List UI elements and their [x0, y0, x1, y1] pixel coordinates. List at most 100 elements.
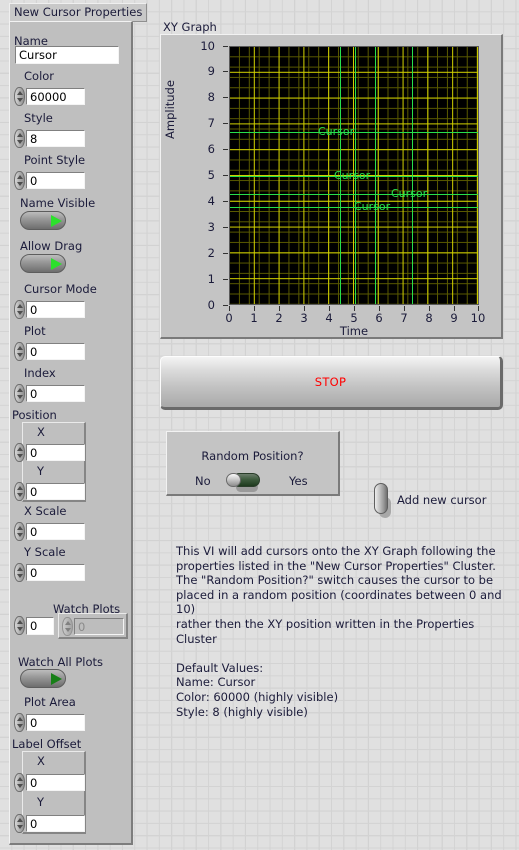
xy-graph-panel[interactable]: Amplitude Time 10 9 8 7 6 5 4 3 2 1 0 0 …	[160, 34, 503, 339]
y-tick-mark	[223, 279, 228, 280]
cursor-horizontal-line[interactable]	[230, 194, 478, 195]
y-tick-mark	[223, 46, 228, 47]
random-position-off-label: No	[195, 474, 211, 488]
style-stepper[interactable]	[14, 129, 25, 148]
point-style-label: Point Style	[24, 153, 86, 167]
toggle-knob-icon	[51, 673, 62, 685]
x-tick-label: 2	[275, 311, 283, 325]
label-offset-label: Label Offset	[12, 737, 82, 751]
x-tick-label: 4	[325, 311, 333, 325]
add-new-cursor-switch[interactable]	[374, 483, 391, 518]
cursor-label: Cursor	[391, 187, 428, 200]
watch-all-plots-label: Watch All Plots	[18, 655, 104, 669]
y-tick-label: 2	[207, 246, 215, 260]
plot-stepper[interactable]	[14, 342, 25, 361]
allow-drag-toggle[interactable]	[20, 254, 66, 273]
style-input[interactable]: 8	[26, 130, 85, 147]
position-y-label: Y	[37, 464, 45, 478]
label-offset-x-input[interactable]: 0	[26, 774, 85, 791]
cursor-label: Cursor	[318, 125, 355, 138]
label-offset-y-input[interactable]: 0	[26, 815, 85, 832]
y-scale-stepper[interactable]	[14, 563, 25, 582]
x-axis-title: Time	[339, 324, 369, 338]
point-style-input[interactable]: 0	[26, 172, 85, 189]
stop-button[interactable]: STOP	[160, 356, 503, 410]
x-tick-label: 8	[425, 311, 433, 325]
allow-drag-label: Allow Drag	[20, 239, 83, 253]
x-tick-label: 0	[225, 311, 233, 325]
label-offset-y-label: Y	[37, 795, 45, 809]
cursor-mode-stepper[interactable]	[14, 300, 25, 319]
new-cursor-properties-cluster: New Cursor Properties Name Cursor Color …	[0, 0, 148, 850]
x-tick-label: 6	[375, 311, 383, 325]
watch-plots-index-input[interactable]: 0	[26, 617, 54, 635]
point-style-stepper[interactable]	[14, 171, 25, 190]
position-y-stepper[interactable]	[14, 482, 25, 501]
cursor-vertical-line[interactable]	[412, 47, 413, 304]
y-tick-mark	[223, 201, 228, 202]
cursor-vertical-line[interactable]	[375, 47, 376, 304]
y-tick-label: 1	[207, 272, 215, 286]
color-label: Color	[24, 69, 55, 83]
y-tick-label: 4	[207, 194, 215, 208]
plot-area-stepper[interactable]	[14, 713, 25, 732]
toggle-knob-icon	[51, 258, 62, 270]
y-tick-label: 9	[207, 64, 215, 78]
position-y-input[interactable]: 0	[26, 483, 85, 500]
x-scale-stepper[interactable]	[14, 522, 25, 541]
name-visible-toggle[interactable]	[20, 211, 66, 230]
position-x-label: X	[37, 425, 45, 439]
y-tick-mark	[223, 253, 228, 254]
switch-lever-icon	[374, 483, 388, 514]
y-tick-label: 5	[207, 168, 215, 182]
plot-label: Plot	[24, 324, 46, 338]
plot-inner: Cursor Cursor Cursor Cursor	[230, 47, 478, 304]
plot-input[interactable]: 0	[26, 343, 85, 360]
cursor-mode-input[interactable]: 0	[26, 301, 85, 318]
name-input[interactable]: Cursor	[15, 46, 119, 64]
position-x-input[interactable]: 0	[26, 444, 85, 461]
x-scale-input[interactable]: 0	[26, 523, 85, 540]
watch-plots-element-stepper[interactable]	[62, 617, 73, 636]
random-position-switch[interactable]	[226, 473, 260, 492]
watch-plots-index-stepper[interactable]	[14, 616, 25, 635]
index-label: Index	[24, 366, 56, 380]
label-offset-y-stepper[interactable]	[14, 814, 25, 833]
random-position-title: Random Position?	[201, 449, 304, 463]
label-offset-x-label: X	[37, 754, 45, 768]
y-tick-label: 0	[207, 298, 215, 312]
y-tick-label: 7	[207, 116, 215, 130]
plot-area-input[interactable]: 0	[26, 714, 85, 731]
cursor-mode-label: Cursor Mode	[24, 282, 97, 296]
index-input[interactable]: 0	[26, 385, 85, 402]
y-tick-mark	[223, 97, 228, 98]
x-tick-label: 7	[400, 311, 408, 325]
y-tick-mark	[223, 175, 228, 176]
cursor-label: Cursor	[334, 169, 371, 182]
switch-knob-icon	[226, 473, 241, 487]
x-tick-label: 5	[350, 311, 358, 325]
stop-button-label: STOP	[314, 375, 347, 389]
y-tick-mark	[223, 305, 228, 306]
y-tick-label: 10	[200, 39, 215, 53]
color-input[interactable]: 60000	[26, 88, 85, 105]
description-text: This VI will add cursors onto the XY Gra…	[176, 544, 502, 719]
position-x-stepper[interactable]	[14, 443, 25, 462]
label-offset-x-stepper[interactable]	[14, 773, 25, 792]
watch-all-plots-toggle[interactable]	[20, 669, 66, 688]
watch-plots-element-value: 0	[74, 618, 124, 635]
x-tick-label: 10	[470, 311, 486, 325]
x-scale-label: X Scale	[24, 504, 67, 518]
color-stepper[interactable]	[14, 87, 25, 106]
y-scale-input[interactable]: 0	[26, 564, 85, 581]
toggle-knob-icon	[51, 215, 62, 227]
index-stepper[interactable]	[14, 384, 25, 403]
cluster-title: New Cursor Properties	[9, 3, 148, 22]
plot-area[interactable]: Cursor Cursor Cursor Cursor	[229, 46, 479, 305]
random-position-panel: Random Position? No Yes	[166, 431, 340, 496]
xy-graph-title: XY Graph	[163, 20, 217, 34]
cursor-label: Cursor	[354, 200, 391, 213]
y-tick-mark	[223, 71, 228, 72]
y-scale-label: Y Scale	[24, 545, 66, 559]
y-tick-mark	[223, 149, 228, 150]
